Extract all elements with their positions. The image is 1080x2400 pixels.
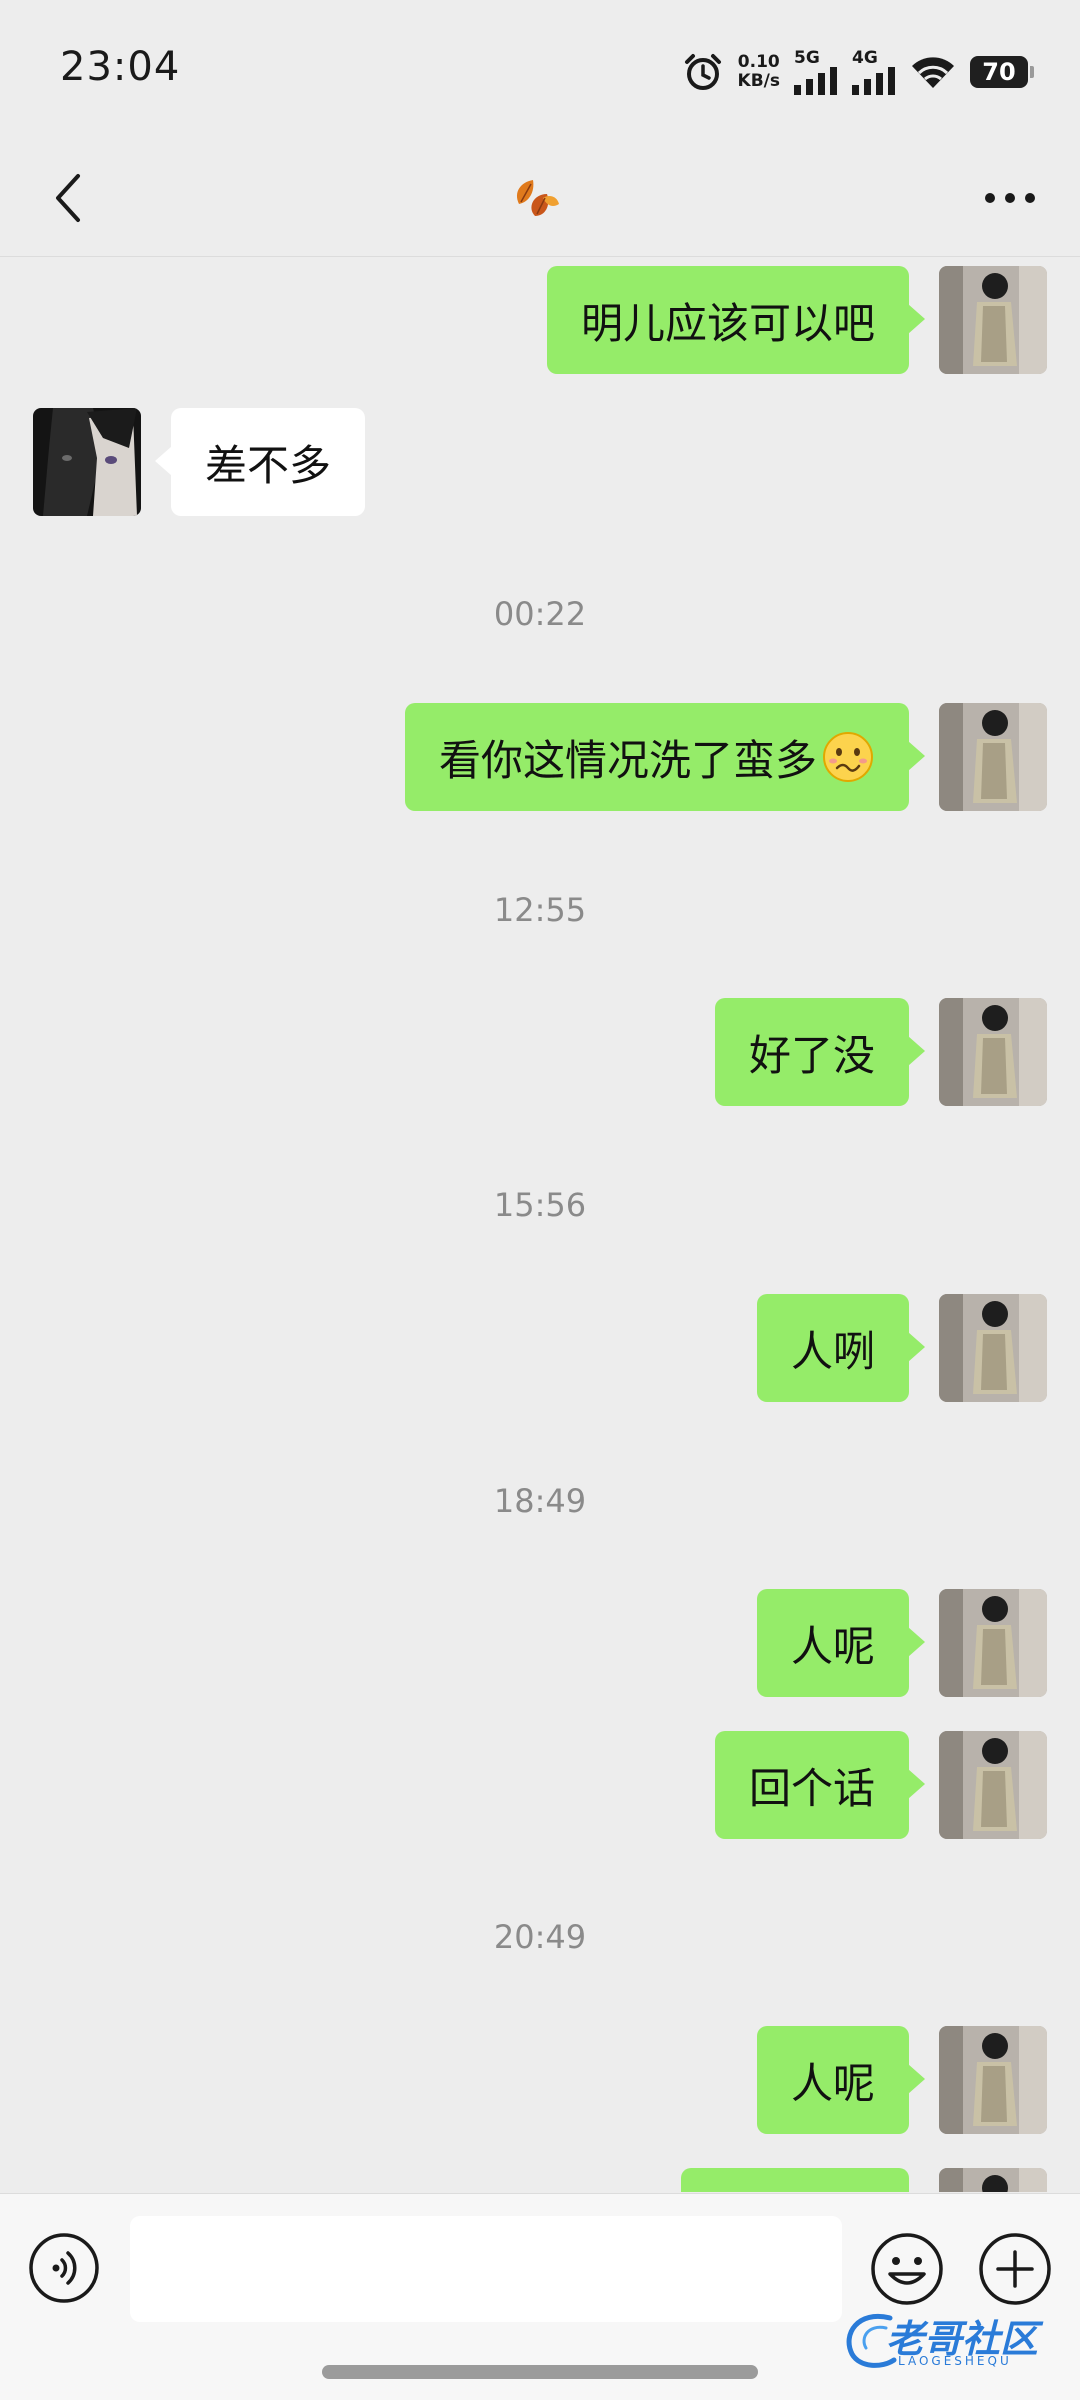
my-avatar[interactable] (939, 266, 1047, 374)
wifi-icon (912, 57, 954, 88)
more-dots-icon (985, 193, 1035, 203)
avatar-image (939, 703, 1047, 811)
my-avatar[interactable] (939, 2026, 1047, 2134)
message-outgoing[interactable]: 看你这情况洗了蛮多 (404, 703, 1047, 811)
message-bubble[interactable]: 看你这情况洗了蛮多 (404, 703, 926, 811)
chevron-left-icon (56, 174, 80, 222)
woozy-face-emoji-icon (823, 732, 873, 782)
avatar-image (939, 2168, 1047, 2192)
status-bar: 23:04 0.10 KB/s 5G 4G 70 (0, 0, 1080, 140)
more-options-button[interactable] (970, 166, 1050, 230)
message-timestamp: 00:22 (493, 595, 587, 633)
network-speed-value: 0.10 (737, 52, 780, 72)
message-bubble[interactable]: 人咧 (756, 1294, 926, 1402)
message-outgoing[interactable]: 回个话 (714, 1731, 1047, 1839)
message-input[interactable] (130, 2216, 842, 2322)
avatar-image (939, 1294, 1047, 1402)
network-speed: 0.10 KB/s (738, 53, 780, 91)
signal-5g-label: 5G (794, 47, 820, 68)
message-text: 人呢 (790, 1621, 875, 1671)
contact-avatar[interactable] (33, 408, 141, 516)
message-text: 好了没 (748, 1030, 875, 1080)
status-time: 23:04 (60, 44, 181, 90)
network-speed-unit: KB/s (737, 71, 780, 91)
signal-bars-icon (852, 66, 895, 95)
status-icons: 0.10 KB/s 5G 4G 70 (682, 47, 1034, 96)
alarm-icon (684, 54, 721, 90)
message-outgoing[interactable]: 明儿应该可以吧 (546, 266, 1047, 374)
my-avatar[interactable] (939, 703, 1047, 811)
message-outgoing-partial[interactable] (681, 2168, 1047, 2192)
avatar-image (939, 1589, 1047, 1697)
message-timestamp: 15:56 (493, 1186, 587, 1224)
message-bubble[interactable]: 人呢 (756, 2026, 926, 2134)
message-outgoing[interactable]: 好了没 (714, 998, 1047, 1106)
watermark-logo: 老哥社区 LAOGESHEQU (838, 2300, 1070, 2376)
message-timestamp: 18:49 (493, 1482, 587, 1520)
message-text: 看你这情况洗了蛮多 (438, 735, 817, 785)
message-outgoing[interactable]: 人呢 (756, 1589, 1047, 1697)
signal-4g: 4G (852, 47, 896, 95)
my-avatar[interactable] (939, 2168, 1047, 2192)
message-timestamp: 20:49 (493, 1918, 587, 1956)
avatar-image (33, 408, 141, 516)
battery-level: 70 (982, 58, 1016, 86)
signal-4g-label: 4G (852, 47, 878, 68)
message-text: 人呢 (790, 2058, 875, 2108)
voice-input-icon[interactable] (28, 2232, 100, 2304)
back-button[interactable] (36, 166, 100, 230)
signal-5g: 5G (794, 47, 838, 95)
emoji-icon[interactable] (870, 2232, 944, 2306)
autumn-leaves-icon (516, 180, 559, 216)
message-incoming[interactable]: 差不多 (33, 408, 366, 516)
battery-indicator: 70 (970, 56, 1034, 88)
watermark-subtext: LAOGESHEQU (898, 2354, 1012, 2368)
my-avatar[interactable] (939, 1589, 1047, 1697)
chat-header (0, 140, 1080, 257)
plus-icon[interactable] (978, 2232, 1052, 2306)
message-timestamp: 12:55 (493, 891, 587, 929)
message-list[interactable]: 明儿应该可以吧 差不多 00:22 看你这情况洗了蛮多 12:55 好了没 15… (0, 257, 1080, 2192)
avatar-image (939, 2026, 1047, 2134)
my-avatar[interactable] (939, 1731, 1047, 1839)
message-text: 明儿应该可以吧 (580, 298, 875, 348)
message-bubble[interactable] (681, 2168, 909, 2192)
avatar-image (939, 1731, 1047, 1839)
message-outgoing[interactable]: 人呢 (756, 2026, 1047, 2134)
message-text: 人咧 (790, 1326, 875, 1376)
signal-bars-icon (794, 66, 837, 95)
message-bubble[interactable]: 好了没 (714, 998, 926, 1106)
message-bubble[interactable]: 回个话 (714, 1731, 926, 1839)
message-outgoing[interactable]: 人咧 (756, 1294, 1047, 1402)
avatar-image (939, 266, 1047, 374)
message-text: 差不多 (205, 440, 332, 490)
message-bubble[interactable]: 明儿应该可以吧 (546, 266, 926, 374)
message-text: 回个话 (748, 1763, 875, 1813)
chat-screen: 23:04 0.10 KB/s 5G 4G 70 明儿应该可以吧 差不多 00:… (0, 0, 1080, 2400)
home-indicator[interactable] (322, 2365, 758, 2379)
message-bubble[interactable]: 人呢 (756, 1589, 926, 1697)
my-avatar[interactable] (939, 1294, 1047, 1402)
avatar-image (939, 998, 1047, 1106)
my-avatar[interactable] (939, 998, 1047, 1106)
message-bubble[interactable]: 差不多 (154, 408, 366, 516)
